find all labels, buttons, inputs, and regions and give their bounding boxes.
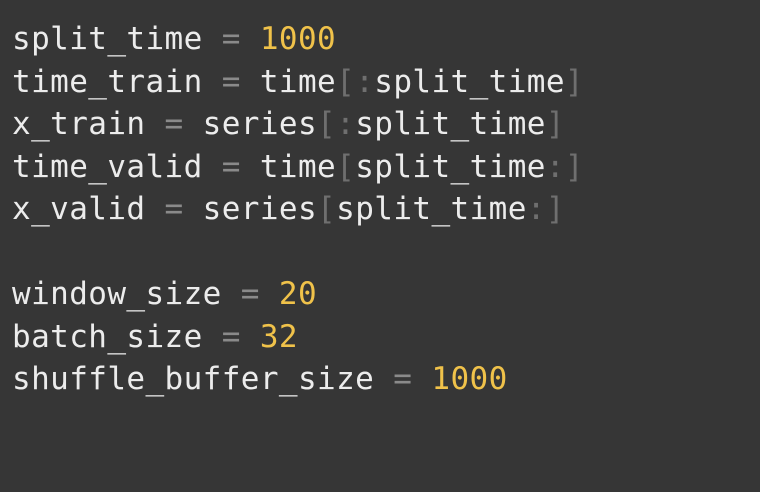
assign-operator: = [202,63,260,100]
number-literal: 1000 [259,21,337,57]
variable-name: time_valid [12,148,203,185]
open-bracket: [ [317,191,337,227]
slice-colon: : [355,63,375,100]
variable-name: window_size [12,276,222,312]
open-bracket: [ [336,63,356,100]
code-line-shuffle-buffer-size: shuffle_buffer_size = 1000 [12,358,584,401]
slice-index: split_time [355,106,546,142]
code-block: split_time = 1000 time_train = time[:spli… [12,18,584,401]
object-name: series [202,191,318,227]
variable-name: x_train [12,106,146,142]
slice-index: split_time [374,63,565,100]
assign-operator: = [202,148,260,185]
variable-name: batch_size [12,318,203,355]
assign-operator: = [374,361,432,397]
code-line-window-size: window_size = 20 [12,273,584,316]
close-bracket: ] [564,63,584,100]
variable-name: split_time [12,21,203,57]
slice-colon: : [526,191,546,227]
variable-name: shuffle_buffer_size [12,361,375,397]
code-line-time-valid: time_valid = time[split_time:] [12,146,584,189]
code-line-batch-size: batch_size = 32 [12,316,584,359]
assign-operator: = [145,191,203,227]
code-line-x-valid: x_valid = series[split_time:] [12,188,584,231]
close-bracket: ] [564,148,584,185]
open-bracket: [ [336,148,356,185]
assign-operator: = [202,318,260,355]
assign-operator: = [221,276,279,312]
open-bracket: [ [317,106,337,142]
number-literal: 20 [278,276,318,312]
number-literal: 1000 [431,361,508,397]
slice-index: split_time [336,191,527,227]
object-name: series [202,106,318,142]
variable-name: x_valid [12,191,146,227]
close-bracket: ] [545,106,565,142]
code-line-split-time: split_time = 1000 [12,18,584,61]
slice-colon: : [336,106,356,142]
variable-name: time_train [12,63,203,100]
object-name: time [259,63,337,100]
code-line-x-train: x_train = series[:split_time] [12,103,584,146]
object-name: time [259,148,337,185]
slice-index: split_time [355,148,546,185]
code-line-time-train: time_train = time[:split_time] [12,61,584,104]
slice-colon: : [545,148,565,185]
close-bracket: ] [545,191,565,227]
assign-operator: = [202,21,260,57]
assign-operator: = [145,106,203,142]
number-literal: 32 [259,318,298,355]
